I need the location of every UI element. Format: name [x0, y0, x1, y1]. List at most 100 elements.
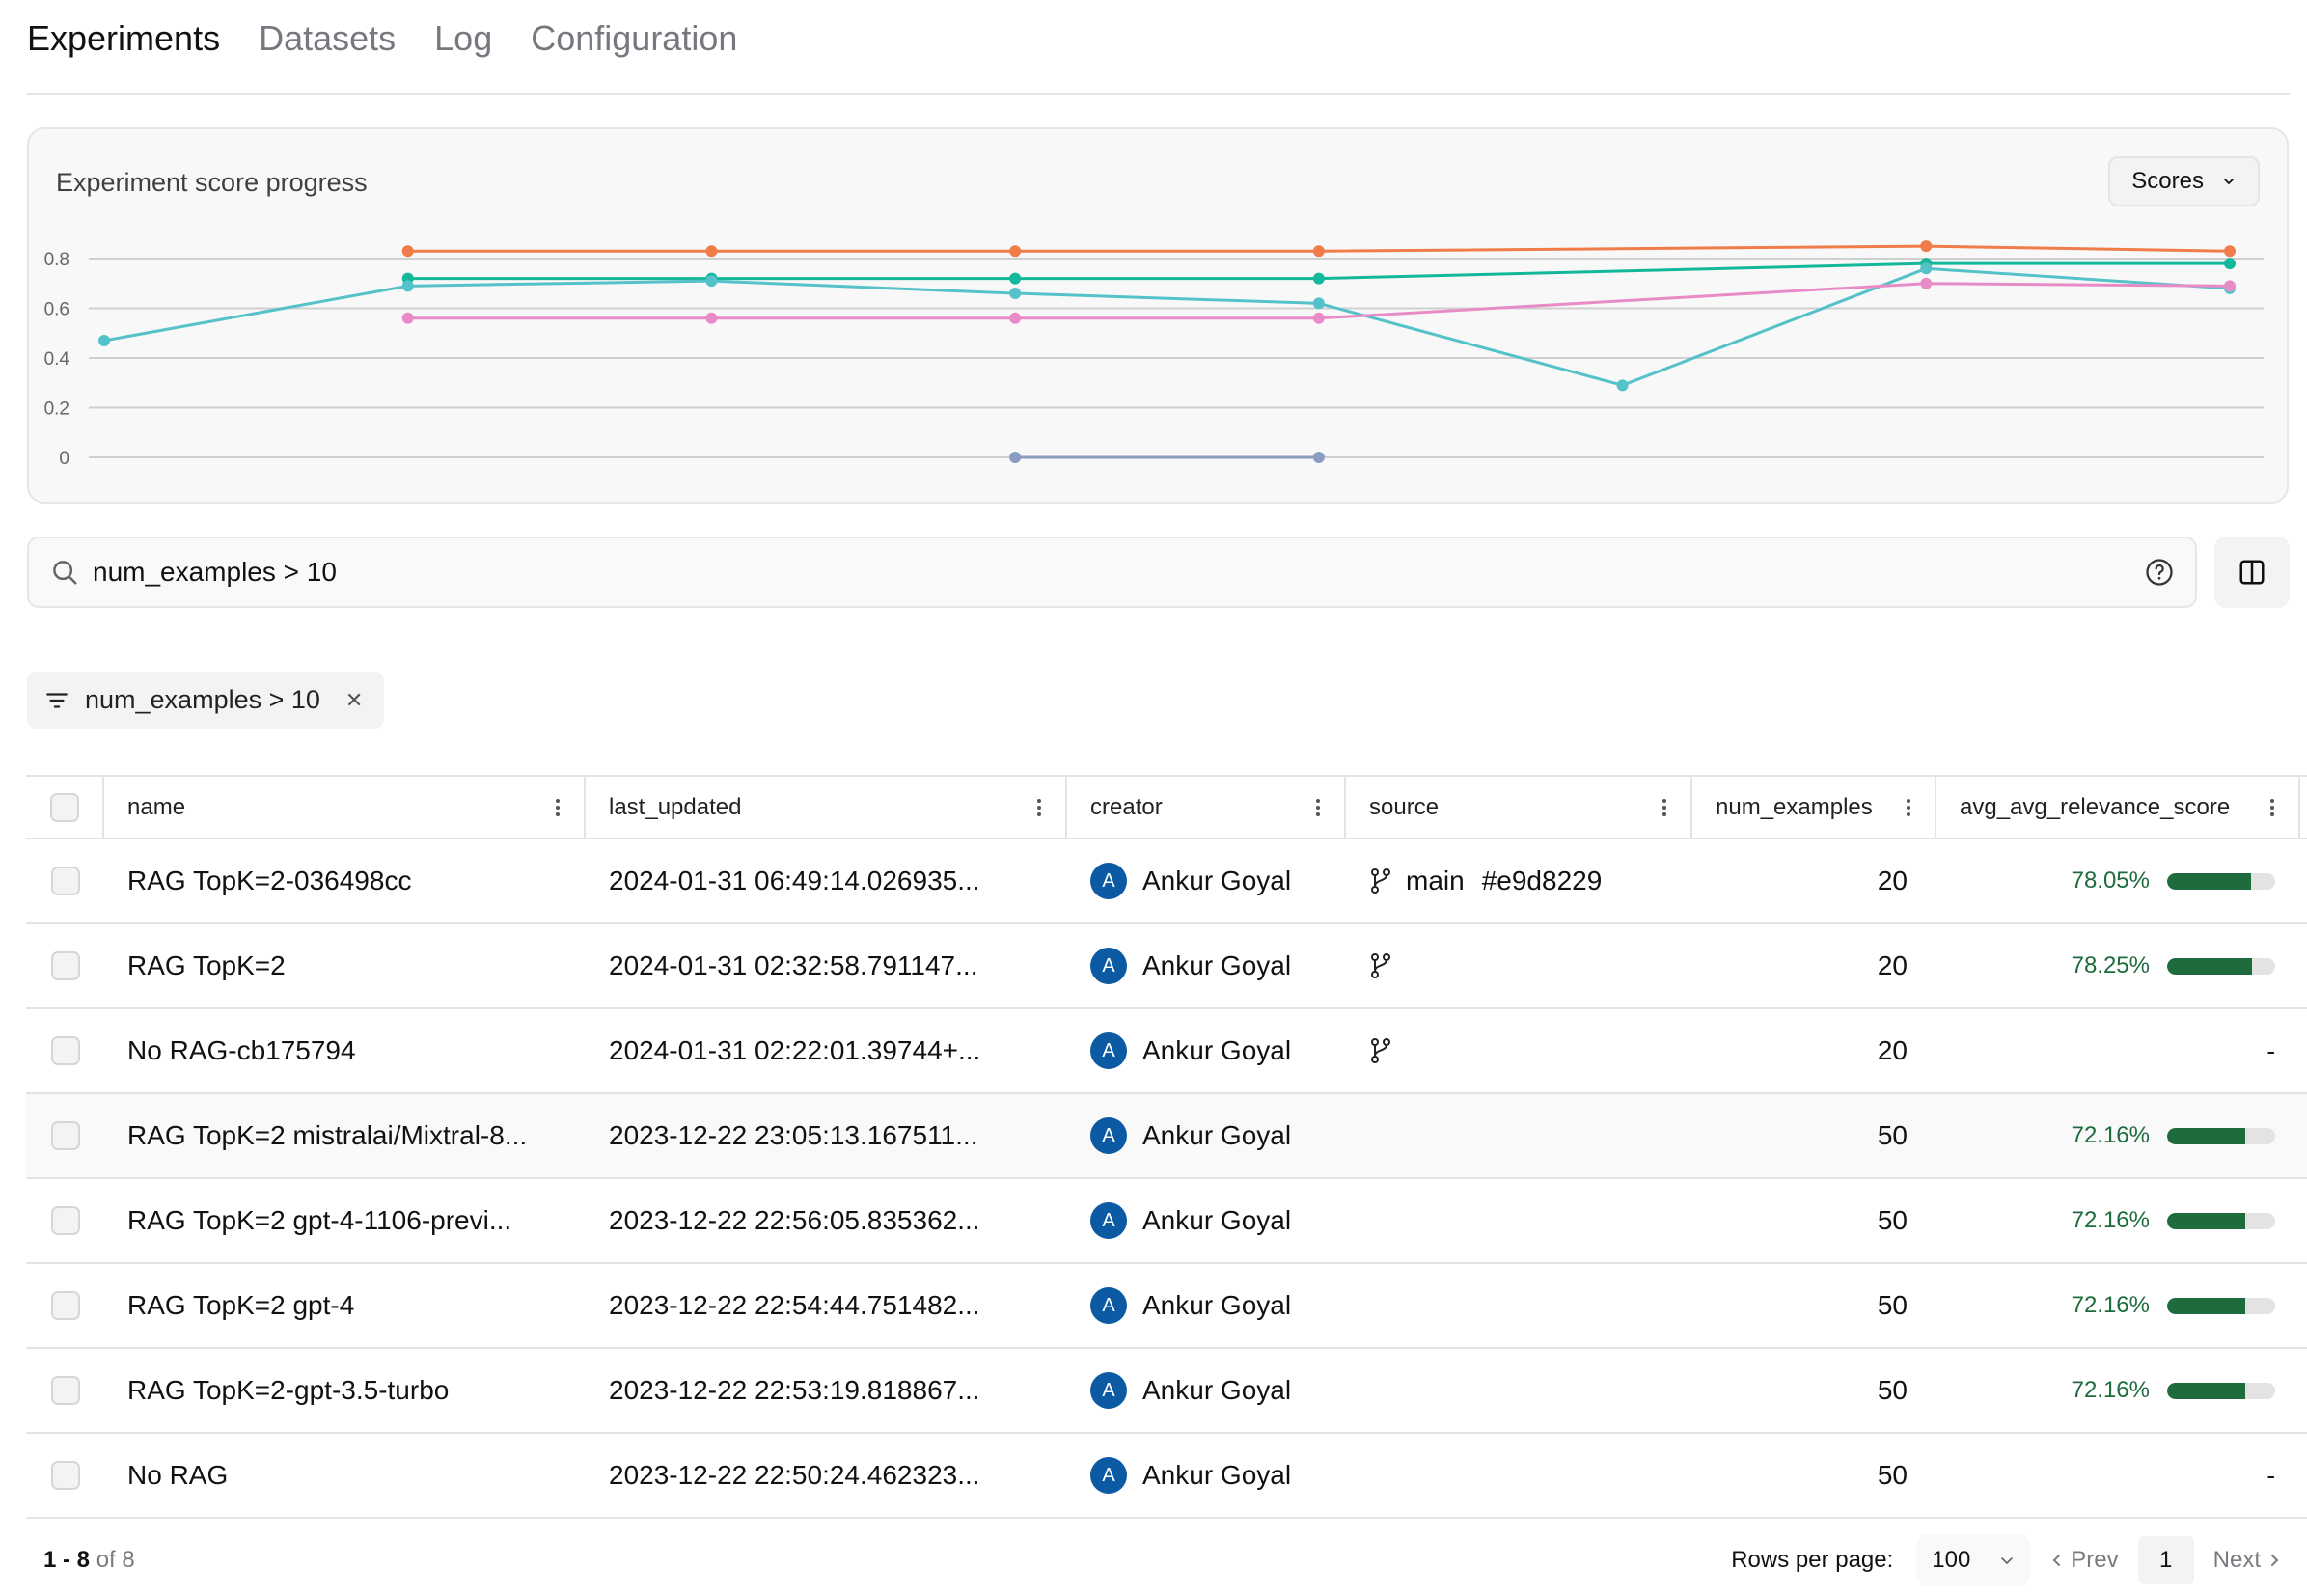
scores-dropdown-button[interactable]: Scores — [2108, 156, 2260, 206]
column-menu-icon[interactable] — [555, 798, 561, 817]
column-header-name[interactable]: name — [104, 777, 586, 838]
table-row[interactable]: No RAG 2023-12-22 22:50:24.462323... A A… — [26, 1434, 2307, 1519]
current-page-button[interactable]: 1 — [2137, 1536, 2194, 1584]
avatar: A — [1090, 1457, 1127, 1494]
chevron-left-icon — [2052, 1555, 2061, 1566]
git-branch-icon — [1371, 953, 1390, 978]
cell-num-examples: 20 — [1877, 1035, 1908, 1065]
column-header-num-examples[interactable]: num_examples — [1692, 777, 1936, 838]
table-row[interactable]: RAG TopK=2 gpt-4 2023-12-22 22:54:44.751… — [26, 1264, 2307, 1349]
filter-icon — [46, 692, 68, 708]
score-bar-fill — [2167, 1212, 2245, 1229]
next-page-button[interactable]: Next — [2213, 1547, 2282, 1574]
table-row[interactable]: RAG TopK=2-036498cc 2024-01-31 06:49:14.… — [26, 839, 2307, 924]
score-empty: - — [2266, 1035, 2275, 1065]
column-layout-button[interactable] — [2214, 537, 2290, 608]
cell-name[interactable]: No RAG — [104, 1434, 586, 1517]
cell-avg-relevance-score: 72.16% — [1936, 1349, 2300, 1432]
row-checkbox[interactable] — [50, 1036, 80, 1065]
data-point-green — [1009, 272, 1022, 285]
cell-creator: A Ankur Goyal — [1067, 924, 1346, 1007]
cell-num-examples: 50 — [1877, 1460, 1908, 1490]
column-menu-icon[interactable] — [1662, 798, 1667, 817]
cell-name[interactable]: RAG TopK=2 gpt-4-1106-previ... — [104, 1179, 586, 1262]
column-header-label: source — [1369, 793, 1440, 820]
score-bar — [2167, 1382, 2275, 1399]
table-row[interactable]: RAG TopK=2 gpt-4-1106-previ... 2023-12-2… — [26, 1179, 2307, 1264]
data-point-slate — [1009, 452, 1022, 463]
cell-name[interactable]: RAG TopK=2-036498cc — [104, 839, 586, 922]
creator-name: Ankur Goyal — [1142, 1205, 1292, 1235]
chevron-right-icon — [2271, 1555, 2279, 1566]
data-point-cyan — [98, 334, 110, 346]
data-point-green — [2224, 258, 2236, 270]
score-percent: 78.25% — [2071, 952, 2150, 978]
tab-log[interactable]: Log — [434, 18, 492, 59]
avatar: A — [1090, 1032, 1127, 1069]
row-checkbox[interactable] — [50, 1121, 80, 1150]
cell-num-examples: 50 — [1877, 1290, 1908, 1320]
table-row[interactable]: RAG TopK=2 2024-01-31 02:32:58.791147...… — [26, 924, 2307, 1009]
score-percent: 72.16% — [2071, 1207, 2150, 1233]
avatar: A — [1090, 1202, 1127, 1239]
creator-name: Ankur Goyal — [1142, 866, 1292, 895]
score-progress-chart-card: 0 0.2 0.4 0.6 0.8 Experiment score progress … — [27, 127, 2289, 504]
cell-name[interactable]: No RAG-cb175794 — [104, 1009, 586, 1092]
cell-name[interactable]: RAG TopK=2-gpt-3.5-turbo — [104, 1349, 586, 1432]
column-header-creator[interactable]: creator — [1067, 777, 1346, 838]
tab-datasets[interactable]: Datasets — [259, 18, 396, 59]
remove-filter-icon[interactable]: ✕ — [345, 688, 363, 713]
row-checkbox[interactable] — [50, 1376, 80, 1405]
score-bar-fill — [2167, 1297, 2245, 1314]
help-circle-icon[interactable] — [2145, 558, 2174, 587]
row-checkbox[interactable] — [50, 1461, 80, 1490]
score-bar-fill — [2167, 1127, 2245, 1144]
column-header-avg-relevance-score[interactable]: avg_avg_relevance_score — [1936, 777, 2300, 838]
cell-name[interactable]: RAG TopK=2 gpt-4 — [104, 1264, 586, 1347]
rows-per-page-select[interactable]: 100 — [1916, 1534, 2031, 1586]
cell-creator: A Ankur Goyal — [1067, 1009, 1346, 1092]
column-header-source[interactable]: source — [1346, 777, 1692, 838]
cell-name[interactable]: RAG TopK=2 mistralai/Mixtral-8... — [104, 1094, 586, 1177]
y-tick-label: 0.6 — [44, 300, 69, 320]
score-percent: 72.16% — [2071, 1292, 2150, 1318]
score-progress-chart: 0 0.2 0.4 0.6 0.8 — [44, 240, 2264, 469]
row-select-cell — [26, 1094, 104, 1177]
tab-experiments[interactable]: Experiments — [27, 18, 220, 59]
table-row[interactable]: RAG TopK=2 mistralai/Mixtral-8... 2023-1… — [26, 1094, 2307, 1179]
column-header-last-updated[interactable]: last_updated — [586, 777, 1067, 838]
tab-configuration[interactable]: Configuration — [531, 18, 737, 59]
data-point-orange — [1920, 240, 1933, 253]
score-bar-fill — [2167, 872, 2252, 890]
pagination-controls: Rows per page: 100 Prev 1 Next — [1731, 1534, 2282, 1586]
table-row[interactable]: RAG TopK=2-gpt-3.5-turbo 2023-12-22 22:5… — [26, 1349, 2307, 1434]
tabs-divider — [27, 93, 2290, 95]
cell-source — [1346, 924, 1692, 1007]
filter-chip[interactable]: num_examples > 10 ✕ — [27, 672, 385, 729]
row-checkbox[interactable] — [50, 1291, 80, 1320]
data-point-pink — [705, 312, 718, 324]
table-row[interactable]: No RAG-cb175794 2024-01-31 02:22:01.3974… — [26, 1009, 2307, 1094]
cell-creator: A Ankur Goyal — [1067, 1349, 1346, 1432]
score-bar — [2167, 1212, 2275, 1229]
column-menu-icon[interactable] — [1036, 798, 1042, 817]
prev-page-button[interactable]: Prev — [2049, 1547, 2119, 1574]
cell-avg-relevance-score: 78.25% — [1936, 924, 2300, 1007]
row-checkbox[interactable] — [50, 1206, 80, 1235]
avatar: A — [1090, 1287, 1127, 1324]
row-checkbox[interactable] — [50, 951, 80, 980]
search-input[interactable] — [93, 557, 2135, 588]
row-select-cell — [26, 1179, 104, 1262]
cell-last-updated: 2023-12-22 22:53:19.818867... — [609, 1375, 980, 1405]
select-all-checkbox[interactable] — [49, 792, 79, 822]
data-point-cyan — [1009, 288, 1022, 300]
data-point-orange — [1312, 245, 1325, 258]
score-percent: 72.16% — [2071, 1122, 2150, 1148]
data-point-pink — [401, 312, 414, 324]
column-menu-icon[interactable] — [2269, 798, 2275, 817]
cell-name[interactable]: RAG TopK=2 — [104, 924, 586, 1007]
score-bar — [2167, 1297, 2275, 1314]
column-menu-icon[interactable] — [1906, 798, 1911, 817]
column-menu-icon[interactable] — [1315, 798, 1321, 817]
row-checkbox[interactable] — [50, 867, 80, 895]
